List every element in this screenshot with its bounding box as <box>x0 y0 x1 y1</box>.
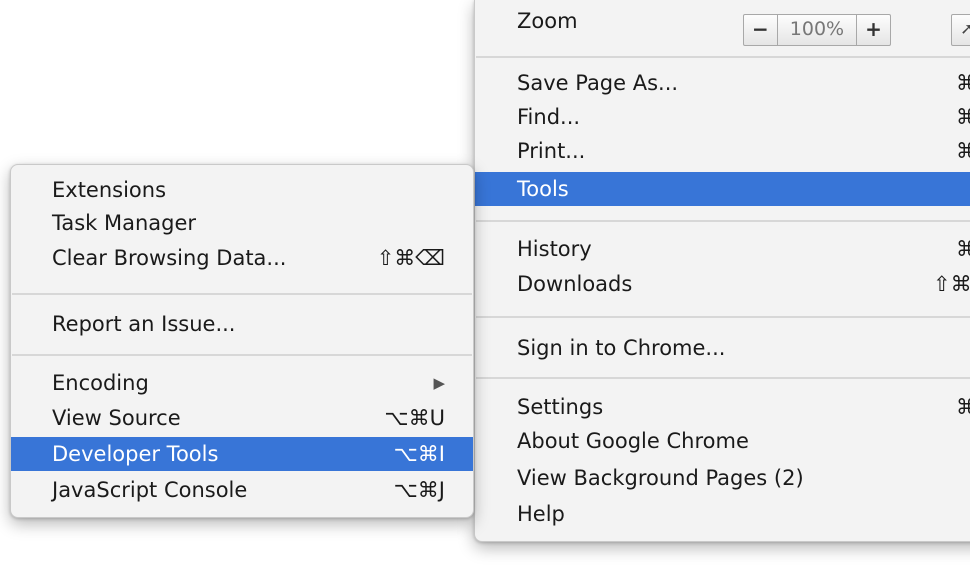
menu-item-label: Save Page As... <box>517 71 679 95</box>
menu-item-label: Settings <box>517 395 604 419</box>
shortcut-label: ⌥⌘U <box>384 406 445 430</box>
separator <box>476 377 970 379</box>
menu-item-label: Extensions <box>52 178 167 202</box>
shortcut-label: ⌘ <box>956 237 970 261</box>
menu-item-label: Clear Browsing Data... <box>52 246 287 270</box>
menu-item-label: Downloads <box>517 272 633 296</box>
shortcut-label: ⇧⌘⌫ <box>376 246 445 270</box>
shortcut-label: ⌘ <box>956 105 970 129</box>
submenu-arrow-icon: ▶ <box>433 374 445 392</box>
zoom-level: 100% <box>778 15 858 45</box>
menu-item-label: About Google Chrome <box>517 429 749 453</box>
separator <box>12 293 472 295</box>
menu-item-encoding[interactable]: Encoding ▶ <box>11 366 473 400</box>
menu-item-settings[interactable]: Settings ⌘ <box>475 390 970 424</box>
chrome-main-menu: Zoom − 100% + ➚ Save Page As... ⌘ Find..… <box>474 0 970 542</box>
menu-item-find[interactable]: Find... ⌘ <box>475 100 970 134</box>
menu-item-print[interactable]: Print... ⌘ <box>475 134 970 168</box>
menu-item-help[interactable]: Help <box>475 497 970 531</box>
shortcut-label: ⌘ <box>956 71 970 95</box>
menu-item-history[interactable]: History ⌘ <box>475 232 970 266</box>
menu-item-sign-in[interactable]: Sign in to Chrome... <box>475 331 970 365</box>
zoom-control: − 100% + <box>743 14 891 46</box>
zoom-in-button[interactable]: + <box>857 15 890 45</box>
menu-item-label: Report an Issue... <box>52 312 236 336</box>
menu-item-label: JavaScript Console <box>52 478 248 502</box>
tools-submenu: Extensions Task Manager Clear Browsing D… <box>10 164 474 518</box>
zoom-label: Zoom <box>517 9 578 33</box>
menu-item-clear-browsing-data[interactable]: Clear Browsing Data... ⇧⌘⌫ <box>11 241 473 275</box>
zoom-out-button[interactable]: − <box>744 15 778 45</box>
menu-item-downloads[interactable]: Downloads ⇧⌘ <box>475 267 970 301</box>
menu-item-label: Find... <box>517 105 581 129</box>
menu-item-report-issue[interactable]: Report an Issue... <box>11 307 473 341</box>
menu-item-about[interactable]: About Google Chrome <box>475 424 970 458</box>
menu-item-label: Encoding <box>52 371 149 395</box>
separator <box>12 354 472 356</box>
menu-item-save-page-as[interactable]: Save Page As... ⌘ <box>475 66 970 100</box>
menu-item-tools[interactable]: Tools <box>475 172 970 206</box>
shortcut-label: ⌥⌘I <box>393 442 445 466</box>
separator <box>476 220 970 222</box>
menu-item-task-manager[interactable]: Task Manager <box>11 206 473 240</box>
menu-item-extensions[interactable]: Extensions <box>11 173 473 207</box>
menu-item-view-source[interactable]: View Source ⌥⌘U <box>11 401 473 435</box>
menu-item-label: Sign in to Chrome... <box>517 336 726 360</box>
menu-item-javascript-console[interactable]: JavaScript Console ⌥⌘J <box>11 473 473 507</box>
shortcut-label: ⌘ <box>956 139 970 163</box>
fullscreen-button[interactable]: ➚ <box>951 14 970 46</box>
menu-item-label: Task Manager <box>52 211 197 235</box>
separator <box>476 56 970 58</box>
zoom-row: Zoom − 100% + ➚ <box>475 4 970 46</box>
menu-item-background-pages[interactable]: View Background Pages (2) <box>475 461 970 495</box>
menu-item-label: Help <box>517 502 565 526</box>
separator <box>476 316 970 318</box>
menu-item-label: Print... <box>517 139 586 163</box>
shortcut-label: ⌘ <box>956 395 970 419</box>
menu-item-label: History <box>517 237 592 261</box>
menu-item-label: Developer Tools <box>52 442 219 466</box>
fullscreen-arrow-icon: ➚ <box>960 19 970 38</box>
shortcut-label: ⇧⌘ <box>933 272 970 296</box>
menu-item-label: View Source <box>52 406 181 430</box>
menu-item-label: Tools <box>517 177 569 201</box>
menu-item-developer-tools[interactable]: Developer Tools ⌥⌘I <box>11 437 473 471</box>
shortcut-label: ⌥⌘J <box>393 478 445 502</box>
menu-item-label: View Background Pages (2) <box>517 466 804 490</box>
